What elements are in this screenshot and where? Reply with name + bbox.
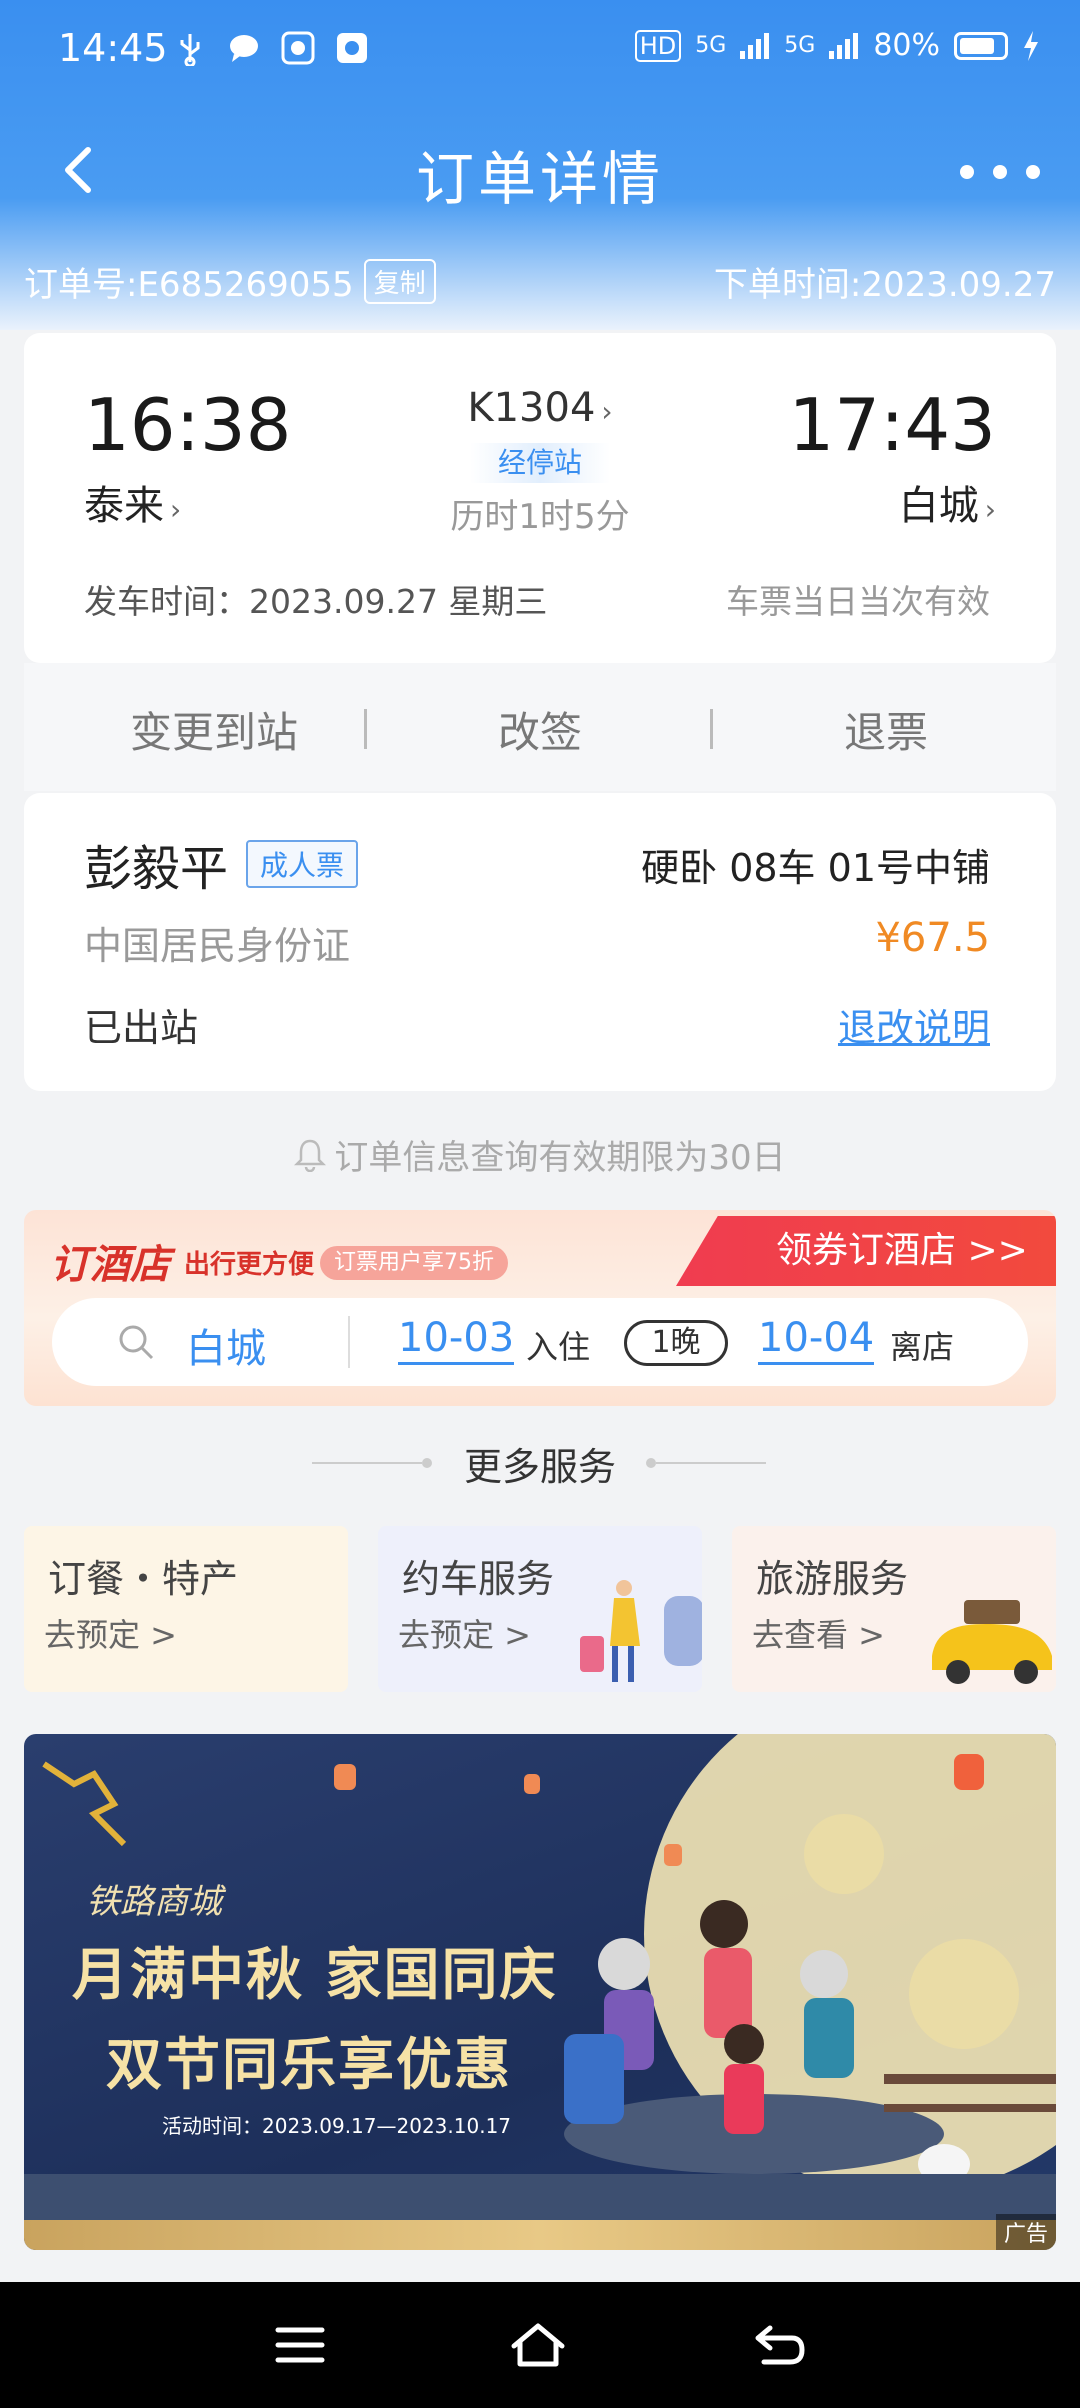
service-link: 去预定 > [44,1616,177,1654]
signal-5g-1: 5G [695,33,727,58]
system-nav-bar [0,2282,1080,2408]
dot [993,165,1007,179]
service-travel[interactable]: 旅游服务 去查看 > [732,1526,1056,1692]
via-stations-button[interactable]: 经停站 [470,443,610,483]
ad-tag: 广告 [995,2214,1056,2250]
chevron-right-icon: › [601,395,613,428]
menu-icon[interactable] [270,2320,330,2370]
hotel-coupon-button[interactable]: 领券订酒店 >> [676,1216,1056,1286]
promo-subheadline: 双节同乐享优惠 [106,2033,512,2098]
more-options-button[interactable] [960,142,1040,202]
page-title: 订单详情 [415,145,664,213]
car-illustration-icon [932,1600,1052,1684]
charging-icon [1024,30,1038,61]
ticket-type-badge: 成人票 [246,840,359,888]
promo-bottom-stripe [24,2220,1056,2250]
service-meal[interactable]: 订餐・特产 去预定 > [24,1526,348,1692]
passenger-name: 彭毅平 [84,841,229,897]
checkin-date[interactable]: 10-03 [398,1314,515,1365]
refund-policy-link[interactable]: 退改说明 [838,997,990,1052]
copy-button[interactable]: 复制 [363,259,436,304]
divider [364,709,367,749]
header: 14:45 HD 5G 5G 80% 订单详情 订单号:E685269055 复… [0,0,1080,330]
arrive-time: 17:43 [788,383,997,467]
service-title: 旅游服务 [756,1557,909,1601]
decor-line [656,1462,766,1464]
battery-icon [954,31,1008,60]
battery-fill [960,37,994,54]
checkout-date[interactable]: 10-04 [758,1314,875,1365]
ticket-price: ¥67.5 [875,915,990,961]
signal-5g-2: 5G [784,33,816,58]
app-notification-icon-2 [337,33,367,63]
promo-brand: 铁路商城 [86,1882,222,1922]
promo-banner[interactable]: 铁路商城 月满中秋 家国同庆 双节同乐享优惠 活动时间：2023.09.17—2… [24,1734,1056,2250]
dot [1026,165,1040,179]
arrive-station-name: 白城 [898,483,979,529]
divider [348,1316,350,1368]
hotel-city[interactable]: 白城 [186,1316,266,1374]
search-icon [119,1325,154,1360]
signal-bars-icon [740,32,770,59]
battery-percent: 80% [873,28,940,63]
arrive-station[interactable]: 白城 › [899,473,996,531]
order-number-row: 订单号:E685269055 复制 [24,257,436,306]
id-type: 中国居民身份证 [84,924,351,968]
train-number-text: K1304 [467,385,596,431]
signal-bars-icon-2 [829,32,859,59]
app-notification-icon [281,31,315,65]
chevron-right-icon: › [984,493,996,526]
promo-date: 活动时间：2023.09.17—2023.10.17 [162,2114,512,2138]
nav-bar: 订单详情 [0,110,1080,230]
service-link: 去预定 > [398,1616,531,1654]
hotel-promo-badge: 订票用户享75折 [320,1246,508,1280]
ticket-status: 已出站 [84,1006,199,1050]
status-right: HD 5G 5G 80% [634,28,1040,63]
refund-button[interactable]: 退票 [736,699,1036,760]
order-time: 下单时间:2023.09.27 [713,265,1056,305]
promo-headline: 月满中秋 家国同庆 [72,1943,558,2008]
seat-info: 硬卧 08车 01号中铺 [641,846,990,890]
nights-count: 1晚 [624,1320,728,1366]
home-icon[interactable] [508,2320,568,2370]
trip-card: 16:38 泰来 › K1304 › 经停站 历时1时5分 17:43 白城 › 发车… [24,333,1056,663]
notice-text: 订单信息查询有效期限为30日 [334,1138,786,1178]
service-link: 去查看 > [752,1616,885,1654]
change-station-button[interactable]: 变更到站 [64,699,364,760]
hotel-search-bar[interactable]: 白城 10-03 入住 1晚 10-04 离店 [52,1298,1028,1386]
validity-notice: 订单信息查询有效期限为30日 [0,1130,1080,1179]
passenger-name-row: 彭毅平 成人票 [84,829,359,899]
traveler-illustration-icon [580,1580,702,1682]
status-time: 14:45 [58,26,168,70]
order-number: 订单号:E685269055 [24,265,354,305]
checkout-label: 离店 [890,1328,955,1366]
more-services-header: 更多服务 [0,1432,1080,1492]
dot [960,165,974,179]
more-services-title: 更多服务 [463,1445,616,1489]
ticket-actions: 变更到站 改签 退票 [24,663,1056,791]
reschedule-button[interactable]: 改签 [390,699,690,760]
service-title: 约车服务 [402,1557,555,1601]
valid-note: 车票当日当次有效 [726,582,990,621]
service-title: 订餐・特产 [48,1557,239,1601]
usb-icon [180,34,200,66]
bell-icon [294,1139,327,1172]
service-car[interactable]: 约车服务 去预定 > [378,1526,702,1692]
message-icon [230,35,258,62]
hotel-title: 订酒店 [50,1241,170,1288]
passenger-card: 彭毅平 成人票 硬卧 08车 01号中铺 中国居民身份证 ¥67.5 已出站 退… [24,793,1056,1091]
order-info: 订单号:E685269055 复制 下单时间:2023.09.27 [0,255,1080,305]
status-bar: 14:45 HD 5G 5G 80% [0,0,1080,100]
hd-indicator: HD [634,29,682,62]
notification-icons [172,30,370,66]
back-icon[interactable] [750,2320,810,2370]
hotel-subtitle: 出行更方便 [184,1250,315,1280]
divider [710,709,713,749]
decor-dot [646,1458,656,1468]
hotel-banner: 订酒店 出行更方便 订票用户享75折 领券订酒店 >> 白城 10-03 入住 … [24,1210,1056,1406]
depart-date: 发车时间：2023.09.27 星期三 [84,582,548,621]
checkin-label: 入住 [526,1328,591,1366]
